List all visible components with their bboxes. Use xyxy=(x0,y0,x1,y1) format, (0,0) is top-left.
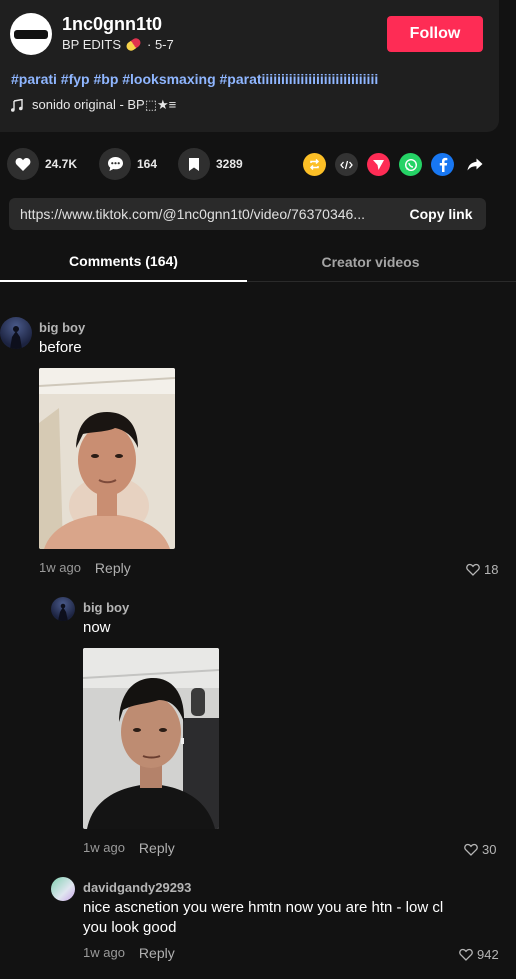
video-url[interactable]: https://www.tiktok.com/@1nc0gnn1t0/video… xyxy=(20,206,396,222)
music-note-icon xyxy=(11,98,23,112)
comment-text: before xyxy=(39,339,82,356)
reply-text: nice ascnetion you were hmtn now you are… xyxy=(83,899,444,936)
creator-username[interactable]: 1nc0gnn1t0 xyxy=(62,14,162,35)
reply-time: 1w ago xyxy=(83,840,125,855)
comment-like[interactable]: 18 xyxy=(466,562,498,577)
reply-meta: 1w ago Reply xyxy=(83,945,175,961)
save-count: 3289 xyxy=(216,157,243,171)
embed-icon[interactable] xyxy=(335,153,358,176)
save-action[interactable]: 3289 xyxy=(178,148,243,180)
copy-link-button[interactable]: Copy link xyxy=(396,198,486,230)
reply-meta: 1w ago Reply xyxy=(83,840,175,856)
commenter-avatar[interactable] xyxy=(0,317,32,349)
reply-avatar[interactable] xyxy=(51,597,75,621)
tab-creator-videos[interactable]: Creator videos xyxy=(247,242,494,282)
reply-button[interactable]: Reply xyxy=(95,560,131,576)
creator-subline: BP EDITS · 5-7 xyxy=(62,36,174,53)
comment-author[interactable]: big boy xyxy=(39,320,85,335)
reply-like-count: 942 xyxy=(477,947,499,962)
send-to-friends-icon[interactable] xyxy=(367,153,390,176)
video-link-box: https://www.tiktok.com/@1nc0gnn1t0/video… xyxy=(9,198,486,230)
comment-count: 164 xyxy=(137,157,158,171)
heart-icon[interactable] xyxy=(7,148,39,180)
reply-time: 1w ago xyxy=(83,945,125,960)
reply-button[interactable]: Reply xyxy=(139,840,175,856)
share-arrow-icon[interactable] xyxy=(463,153,486,176)
comment-photo[interactable] xyxy=(39,368,175,549)
action-row: 24.7K 164 3289 xyxy=(0,146,516,182)
tab-comments[interactable]: Comments (164) xyxy=(0,242,247,282)
heart-outline-icon[interactable] xyxy=(466,563,480,576)
whatsapp-icon[interactable] xyxy=(399,153,422,176)
music-label: sonido original - BP⬚★≡ xyxy=(32,97,177,112)
reply-like[interactable]: 30 xyxy=(464,842,496,857)
post-hashtags[interactable]: #parati #fyp #bp #looksmaxing #paratiiii… xyxy=(11,71,378,87)
pill-emoji-icon xyxy=(124,36,143,53)
heart-outline-icon[interactable] xyxy=(464,843,478,856)
comment-time: 1w ago xyxy=(39,560,81,575)
repost-icon[interactable] xyxy=(303,153,326,176)
comment-like-count: 18 xyxy=(484,562,499,577)
post-header-card: 1nc0gnn1t0 BP EDITS · 5-7 Follow #parati… xyxy=(0,0,499,132)
post-date: · 5-7 xyxy=(147,37,174,52)
reply-text: now xyxy=(83,619,111,636)
follow-button[interactable]: Follow xyxy=(387,16,483,52)
creator-display-name: BP EDITS xyxy=(62,37,122,52)
facebook-icon[interactable] xyxy=(431,153,454,176)
comment-action[interactable]: 164 xyxy=(99,148,157,180)
reply-like-count: 30 xyxy=(482,842,497,857)
reply-avatar[interactable] xyxy=(51,877,75,901)
reply-author[interactable]: big boy xyxy=(83,600,129,615)
bookmark-icon[interactable] xyxy=(178,148,210,180)
comment-meta: 1w ago Reply xyxy=(39,560,131,576)
creator-avatar[interactable] xyxy=(10,13,52,55)
tab-bar: Comments (164) Creator videos xyxy=(0,242,516,282)
reply-photo[interactable] xyxy=(83,648,219,829)
comment-icon[interactable] xyxy=(99,148,131,180)
reply-author[interactable]: davidgandy29293 xyxy=(83,880,191,895)
music-link[interactable]: sonido original - BP⬚★≡ xyxy=(11,97,176,113)
like-action[interactable]: 24.7K xyxy=(7,148,77,180)
heart-outline-icon[interactable] xyxy=(459,948,473,961)
like-count: 24.7K xyxy=(45,157,78,171)
reply-like[interactable]: 942 xyxy=(459,947,499,962)
reply-button[interactable]: Reply xyxy=(139,945,175,961)
